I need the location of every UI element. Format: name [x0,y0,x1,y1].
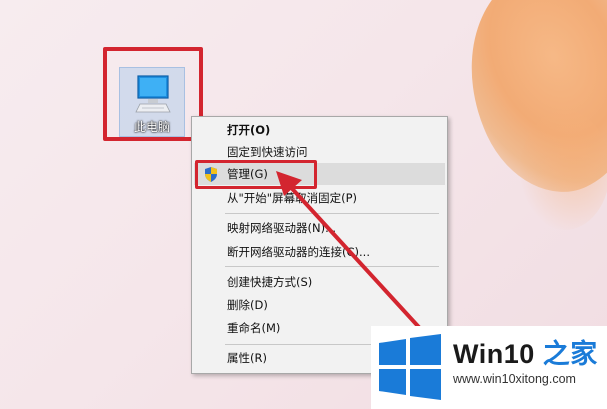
windows-logo-icon [379,334,441,400]
win10-watermark: Win10 之家 www.win10xitong.com [371,326,607,409]
watermark-brand-win10: Win10 [453,339,535,369]
watermark-url: www.win10xitong.com [453,372,576,386]
watermark-brand: Win10 之家 [453,332,598,371]
watermark-brand-zhijia: 之家 [542,339,598,369]
